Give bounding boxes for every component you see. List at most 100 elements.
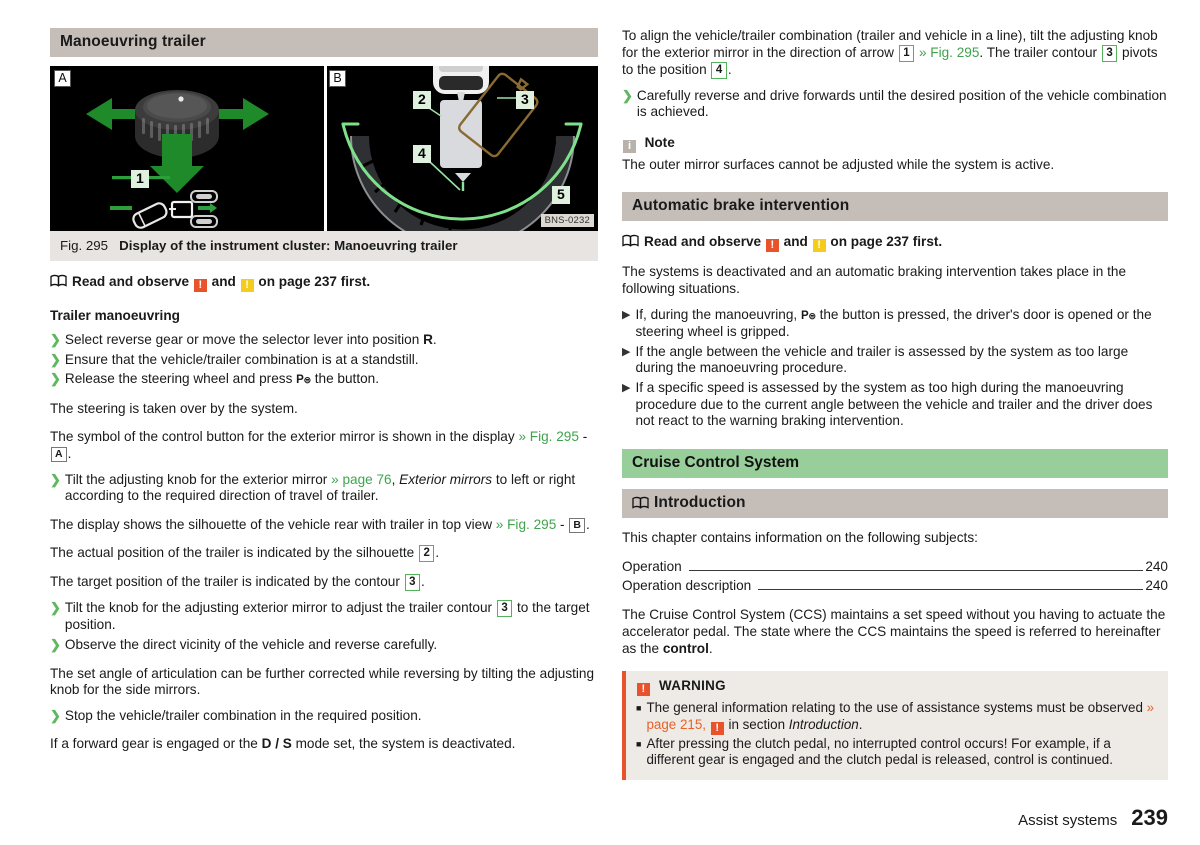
para-forward-a: If a forward gear is engaged or the bbox=[50, 736, 262, 752]
para-ccs-bold: control bbox=[662, 640, 709, 656]
manual-page: Manoeuvring trailer A B 1 2 3 4 5 BNS-02… bbox=[0, 0, 1200, 845]
list-item: ▶ If, during the manoeuvring, P⊜ the but… bbox=[622, 307, 1168, 341]
toc-label-operation-description: Operation description bbox=[622, 578, 752, 594]
page-reference-link[interactable]: » page 76 bbox=[331, 472, 391, 487]
footer-section-label: Assist systems bbox=[1018, 812, 1118, 829]
intro-lead: This chapter contains information on the… bbox=[622, 529, 978, 545]
section-heading-automatic-brake: Automatic brake intervention bbox=[622, 192, 1168, 222]
step1-text-a: Select reverse gear or move the selector… bbox=[64, 332, 424, 347]
step-observe-vicinity: ❯ Observe the direct vicinity of the veh… bbox=[50, 637, 598, 654]
step-stop-text: Stop the vehicle/trailer combination in … bbox=[64, 707, 422, 723]
ref-box-3: 3 bbox=[496, 600, 513, 618]
para-align-b: . The trailer contour bbox=[979, 44, 1101, 60]
step3-text-b: the button. bbox=[310, 371, 379, 387]
book-icon bbox=[622, 234, 639, 247]
warning-b1-c: . bbox=[858, 716, 863, 732]
toc-row[interactable]: Operation 240 bbox=[622, 557, 1168, 576]
subsection-heading-introduction: Introduction bbox=[622, 488, 1168, 518]
para-forward-b: mode set, the system is deactivated. bbox=[291, 736, 516, 752]
fig-reference-link[interactable]: » Fig. 295 bbox=[919, 45, 979, 60]
para-ccs-b: . bbox=[708, 640, 713, 656]
warning-chip-icon: ! bbox=[765, 239, 779, 253]
step-observe-text: Observe the direct vicinity of the vehic… bbox=[64, 636, 438, 652]
panel-b-artwork bbox=[327, 66, 598, 231]
para-display-sep: - bbox=[556, 516, 569, 532]
para-forward-bold: D / S bbox=[261, 736, 292, 752]
warning-bullet: ■ After pressing the clutch pedal, no in… bbox=[636, 736, 1156, 769]
section-heading-cruise-control: Cruise Control System bbox=[622, 448, 1168, 478]
chevron-bullet-icon: ❯ bbox=[50, 351, 61, 367]
step1-text-b: . bbox=[432, 332, 437, 347]
brake-bullets-list: ▶ If, during the manoeuvring, P⊜ the but… bbox=[622, 307, 1168, 430]
ref-box-a: A bbox=[51, 446, 67, 463]
para-target-a: The target position of the trailer is in… bbox=[50, 574, 404, 590]
figure-callout-1: 1 bbox=[131, 170, 149, 188]
page-footer: Assist systems 239 bbox=[1018, 805, 1168, 831]
list-item: ❯ Release the steering wheel and press P… bbox=[50, 371, 598, 389]
step-tilt-italic: Exterior mirrors bbox=[399, 471, 493, 487]
warning-chip-icon: ! bbox=[637, 683, 650, 697]
read-observe-post: on page 237 first. bbox=[830, 234, 943, 250]
caution-chip-icon: ! bbox=[812, 239, 826, 253]
chevron-bullet-icon: ❯ bbox=[50, 332, 61, 347]
list-item: ❯ Ensure that the vehicle/trailer combin… bbox=[50, 352, 598, 369]
note-title: Note bbox=[644, 134, 675, 150]
list-item: ▶ If the angle between the vehicle and t… bbox=[622, 344, 1168, 377]
warning-b2-text: After pressing the clutch pedal, no inte… bbox=[646, 735, 1113, 768]
panel-label-a: A bbox=[54, 70, 71, 87]
brake-bullet2-text: If the angle between the vehicle and tra… bbox=[635, 343, 1129, 376]
triangle-bullet-icon: ▶ bbox=[622, 308, 631, 321]
read-observe-mid: and bbox=[783, 234, 808, 250]
note-body: The outer mirror surfaces cannot be adju… bbox=[622, 156, 1055, 172]
step-adjust-contour: ❯ Tilt the knob for the adjusting exteri… bbox=[50, 600, 598, 634]
step-reverse-forwards: ❯ Carefully reverse and drive forwards u… bbox=[622, 88, 1168, 121]
caution-chip-icon: ! bbox=[240, 279, 254, 292]
book-icon bbox=[50, 274, 67, 287]
para-target-position: The target position of the trailer is in… bbox=[50, 574, 598, 592]
para-align-combination: To align the vehicle/trailer combination… bbox=[622, 28, 1168, 79]
chevron-bullet-icon: ❯ bbox=[622, 87, 633, 103]
step1-bold: R bbox=[423, 332, 433, 347]
trailer-assist-button-icon: P⊜ bbox=[296, 374, 311, 387]
ref-box-4: 4 bbox=[711, 61, 727, 79]
step-contour-a: Tilt the knob for the adjusting exterior… bbox=[64, 600, 496, 616]
chevron-bullet-icon: ❯ bbox=[50, 471, 61, 487]
triangle-bullet-icon: ▶ bbox=[622, 345, 631, 358]
para-actual-b: . bbox=[435, 545, 440, 561]
ref-box-3: 3 bbox=[404, 574, 421, 592]
info-chip-icon: i bbox=[623, 139, 636, 153]
triangle-bullet-icon: ▶ bbox=[622, 381, 631, 394]
read-observe-right: Read and observe ! and ! on page 237 fir… bbox=[622, 234, 1168, 253]
note-heading: i Note bbox=[622, 135, 1168, 153]
fig-reference-link[interactable]: » Fig. 295 bbox=[496, 517, 556, 532]
brake-bullet3-text: If a specific speed is assessed by the s… bbox=[635, 379, 1153, 429]
section-heading-manoeuvring-trailer: Manoeuvring trailer bbox=[50, 28, 598, 57]
panel-label-b: B bbox=[329, 70, 346, 87]
warning-b1-b: in section bbox=[724, 716, 789, 732]
step-stop-combination: ❯ Stop the vehicle/trailer combination i… bbox=[50, 708, 598, 725]
para-deactivated: The systems is deactivated and an automa… bbox=[622, 264, 1127, 296]
book-icon bbox=[632, 496, 649, 509]
para-symbol-sep: - bbox=[578, 429, 588, 445]
toc-row[interactable]: Operation description 240 bbox=[622, 576, 1168, 595]
chevron-bullet-icon: ❯ bbox=[50, 707, 61, 723]
read-observe-pre: Read and observe bbox=[644, 234, 762, 250]
fig-reference-link[interactable]: » Fig. 295 bbox=[518, 429, 578, 444]
panel-a-artwork bbox=[50, 66, 324, 231]
para-symbol-display: The symbol of the control button for the… bbox=[50, 429, 598, 463]
ref-box-3: 3 bbox=[1101, 44, 1118, 62]
para-display-text: The display shows the silhouette of the … bbox=[50, 516, 496, 532]
chevron-bullet-icon: ❯ bbox=[50, 371, 61, 387]
warning-heading: ! WARNING bbox=[636, 678, 1156, 697]
read-observe-post: on page 237 first. bbox=[258, 274, 371, 289]
para-display-end: . bbox=[585, 516, 590, 532]
para-angle-articulation: The set angle of articulation can be fur… bbox=[50, 665, 595, 698]
left-column: Manoeuvring trailer A B 1 2 3 4 5 BNS-02… bbox=[50, 28, 598, 753]
warning-title: WARNING bbox=[659, 678, 726, 694]
para-ccs-description: The Cruise Control System (CCS) maintain… bbox=[622, 607, 1168, 657]
figure-callout-3: 3 bbox=[516, 91, 534, 109]
chevron-bullet-icon: ❯ bbox=[50, 600, 61, 616]
toc-page-operation: 240 bbox=[1145, 559, 1168, 575]
figure-image-code: BNS-0232 bbox=[540, 214, 594, 227]
warning-b1-italic: Introduction bbox=[788, 716, 859, 732]
